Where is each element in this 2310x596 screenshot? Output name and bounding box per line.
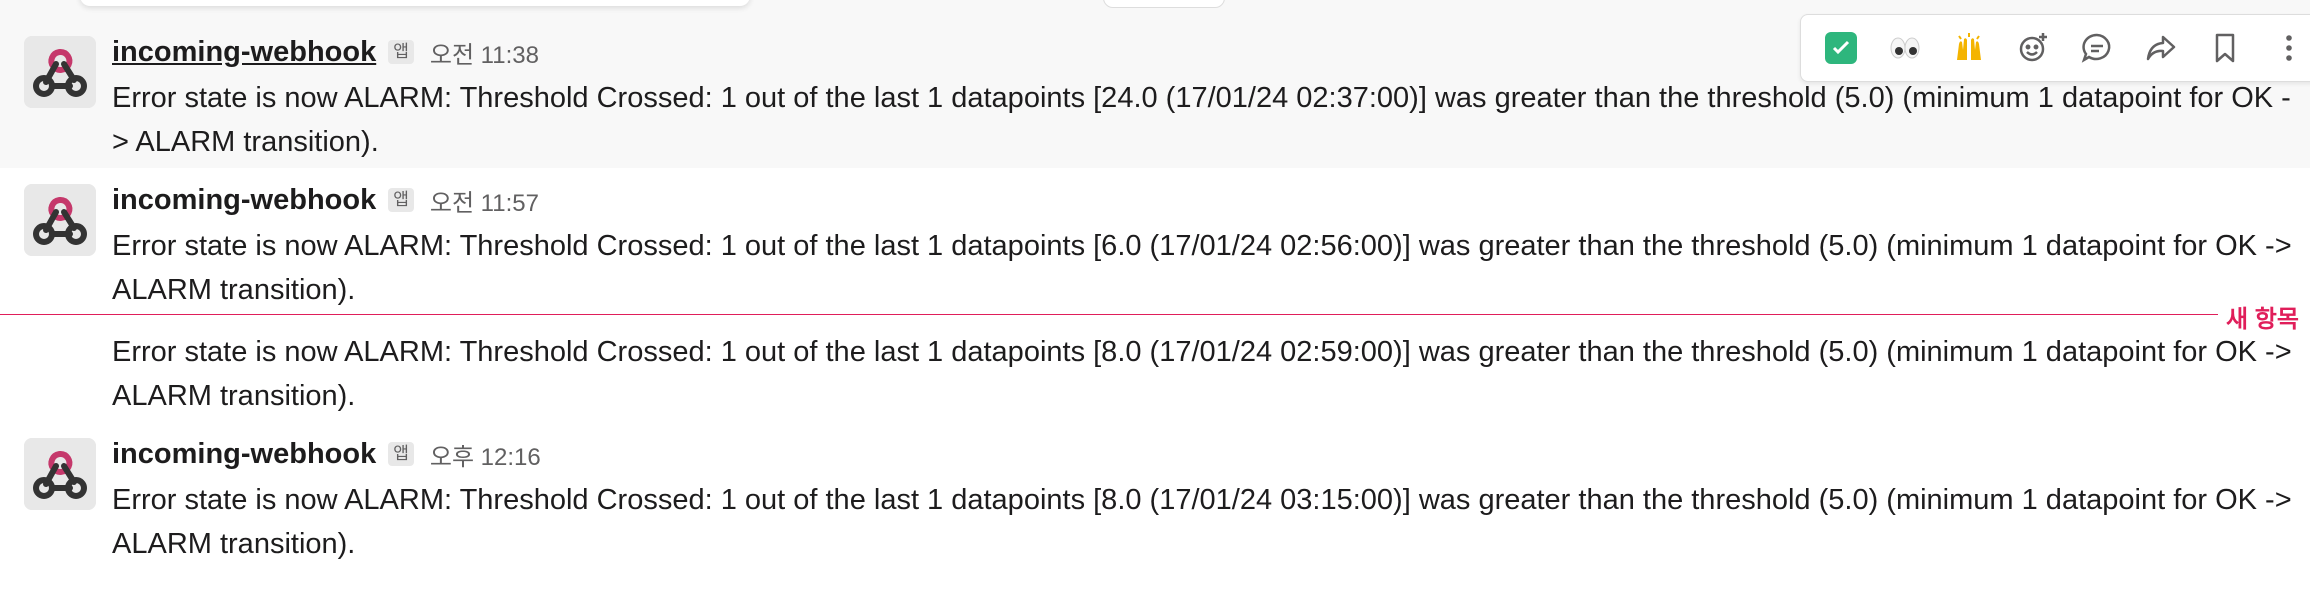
message-header: incoming-webhook 앱 오전 11:57 — [112, 180, 539, 220]
webhook-avatar[interactable] — [24, 438, 96, 510]
eyes-icon — [1890, 37, 1920, 59]
message[interactable]: Error state is now ALARM: Threshold Cros… — [0, 330, 2310, 430]
webhook-icon — [24, 438, 96, 510]
app-badge: 앱 — [388, 188, 414, 212]
reply-in-thread-icon — [2081, 33, 2111, 63]
message[interactable]: incoming-webhook 앱 오전 11:57 Error state … — [0, 168, 2310, 318]
raised-hands-icon — [1957, 33, 1981, 60]
timestamp[interactable]: 오전 11:38 — [430, 35, 539, 70]
sender-name[interactable]: incoming-webhook — [112, 184, 376, 217]
message-text: Error state is now ALARM: Threshold Cros… — [112, 230, 2292, 306]
divider-line — [0, 314, 2218, 315]
reply-in-thread-button[interactable] — [2065, 20, 2129, 76]
eyes-emoji-button[interactable] — [1873, 20, 1937, 76]
white-check-mark-emoji-button[interactable] — [1809, 20, 1873, 76]
message-text: Error state is now ALARM: Threshold Cros… — [112, 82, 2291, 158]
bookmark-icon — [2215, 33, 2235, 63]
share-icon — [2146, 35, 2176, 61]
message-text: Error state is now ALARM: Threshold Cros… — [112, 336, 2292, 412]
check-mark-icon — [1825, 32, 1857, 64]
webhook-icon — [24, 36, 96, 108]
timestamp[interactable]: 오후 12:16 — [430, 437, 541, 472]
message[interactable]: incoming-webhook 앱 오후 12:16 Error state … — [0, 430, 2310, 580]
previous-element-edge — [80, 0, 750, 6]
sender-name[interactable]: incoming-webhook — [112, 36, 376, 69]
add-reaction-button[interactable] — [2001, 20, 2065, 76]
sender-name[interactable]: incoming-webhook — [112, 438, 376, 471]
previous-element-edge — [1103, 0, 1225, 8]
webhook-icon — [24, 184, 96, 256]
app-badge: 앱 — [388, 442, 414, 466]
save-for-later-button[interactable] — [2193, 20, 2257, 76]
new-messages-label: 새 항목 — [2226, 306, 2299, 333]
message-header: incoming-webhook 앱 오후 12:16 — [112, 434, 541, 474]
message-header: incoming-webhook 앱 오전 11:38 — [112, 32, 539, 72]
message-text: Error state is now ALARM: Threshold Cros… — [112, 484, 2292, 560]
app-badge: 앱 — [388, 40, 414, 64]
message[interactable]: incoming-webhook 앱 오전 11:38 Error state … — [0, 14, 2310, 168]
timestamp[interactable]: 오전 11:57 — [430, 183, 539, 218]
webhook-avatar[interactable] — [24, 36, 96, 108]
add-reaction-icon — [2019, 33, 2047, 62]
more-actions-button[interactable] — [2257, 20, 2310, 76]
message-actions-toolbar — [1800, 14, 2310, 82]
new-messages-divider: 새 항목 — [0, 306, 2310, 333]
more-vertical-icon — [2286, 35, 2292, 61]
share-message-button[interactable] — [2129, 20, 2193, 76]
raised-hands-emoji-button[interactable] — [1937, 20, 2001, 76]
webhook-avatar[interactable] — [24, 184, 96, 256]
